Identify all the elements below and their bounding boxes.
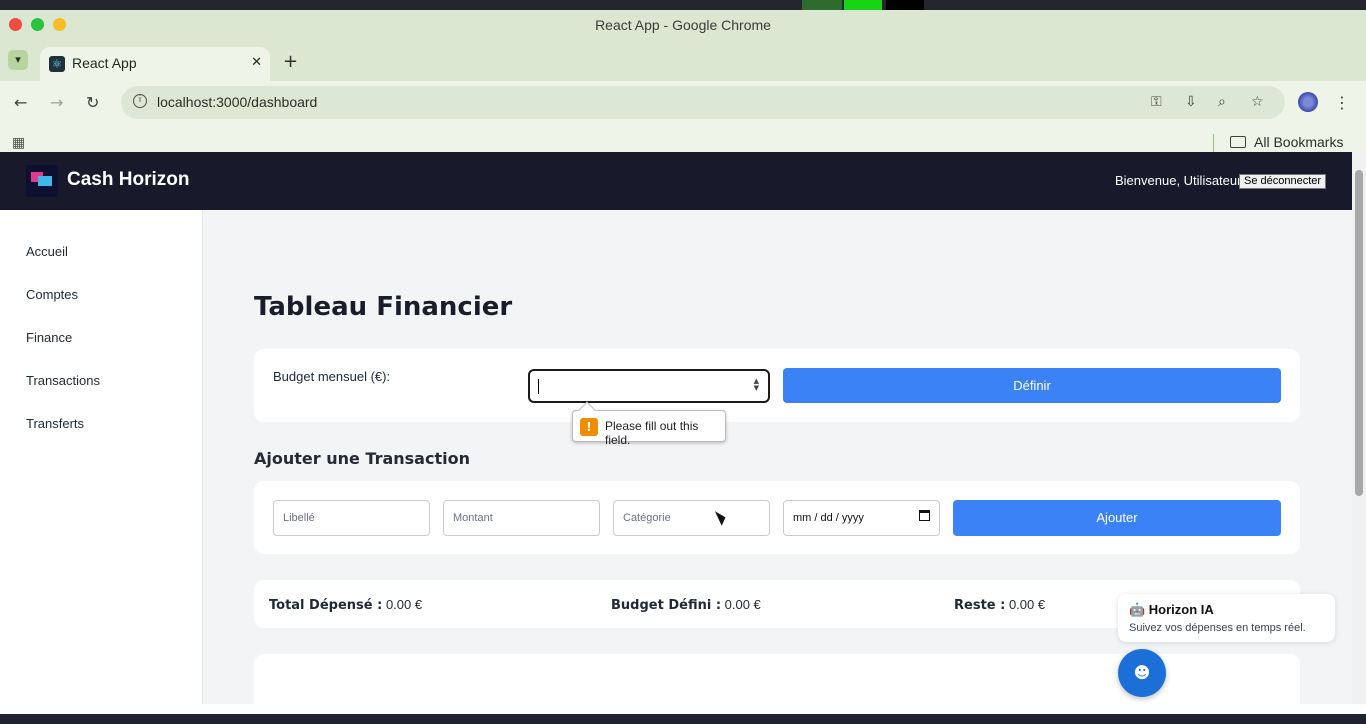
validation-message: Please fill out this field. [605, 419, 699, 447]
all-bookmarks-label: All Bookmarks [1254, 134, 1344, 150]
logout-button[interactable]: Se déconnecter [1239, 174, 1327, 189]
budget-defined: Budget Défini : 0.00 € [611, 597, 761, 613]
url-text: localhost:3000/dashboard [157, 94, 318, 110]
new-tab-button[interactable]: + [283, 51, 298, 72]
sidebar-item-comptes[interactable]: Comptes [26, 287, 78, 302]
assistant-bubble: 🤖 Horizon IA Suivez vos dépenses en temp… [1118, 594, 1335, 642]
tab-title: React App [72, 55, 137, 71]
robot-icon: ☻ [1133, 663, 1151, 682]
budget-label: Budget mensuel (€): [273, 369, 391, 384]
sidebar-item-transactions[interactable]: Transactions [26, 373, 100, 388]
libelle-placeholder: Libellé [283, 512, 315, 524]
calendar-icon[interactable] [919, 510, 930, 521]
react-favicon-icon: ⚛ [49, 56, 65, 72]
page-title: Tableau Financier [254, 292, 513, 322]
remaining: Reste : 0.00 € [954, 597, 1045, 613]
apps-grid-icon[interactable]: ▦ [12, 135, 25, 151]
define-budget-button[interactable]: Définir [783, 368, 1281, 403]
assistant-title: 🤖 Horizon IA [1129, 602, 1214, 617]
zoom-icon[interactable]: ⌕ [1218, 94, 1226, 110]
bookmarks-divider [1213, 134, 1214, 152]
total-spent-label: Total Dépensé : [269, 598, 383, 613]
date-placeholder: mm / dd / yyyy [793, 512, 864, 524]
budget-card: Budget mensuel (€): ▲ ▼ Définir [254, 349, 1300, 422]
welcome-text: Bienvenue, Utilisateur [1115, 173, 1242, 188]
os-top-bar [0, 0, 1366, 10]
libelle-input[interactable]: Libellé [273, 500, 430, 536]
forward-button[interactable]: → [50, 93, 63, 112]
all-bookmarks-button[interactable]: All Bookmarks [1230, 134, 1343, 150]
remaining-value: 0.00 € [1008, 597, 1046, 612]
kebab-menu-icon[interactable]: ⋮ [1334, 93, 1350, 112]
sidebar-item-transferts[interactable]: Transferts [26, 416, 84, 431]
cpu-meter [802, 0, 842, 10]
key-icon[interactable]: ⚿ [1151, 94, 1162, 110]
page-scrollbar[interactable] [1352, 152, 1366, 704]
text-caret [538, 379, 539, 394]
assistant-subtitle: Suivez vos dépenses en temps réel. [1129, 622, 1306, 634]
categorie-placeholder: Catégorie [623, 512, 671, 524]
warning-icon: ! [580, 418, 598, 436]
address-bar[interactable]: i localhost:3000/dashboard ⚿ ⇩ ⌕ ☆ [121, 86, 1285, 119]
sidebar-item-accueil[interactable]: Accueil [26, 244, 68, 259]
add-transaction-card: Libellé Montant Catégorie mm / dd / yyyy… [254, 481, 1300, 554]
info-icon[interactable]: i [133, 94, 147, 108]
tab-search-button[interactable]: ▾ [8, 50, 28, 70]
reload-button[interactable]: ↻ [86, 93, 99, 112]
total-spent: Total Dépensé : 0.00 € [269, 597, 422, 613]
page-viewport: Cash Horizon Bienvenue, Utilisateur Se d… [0, 152, 1352, 704]
montant-input[interactable]: Montant [443, 500, 600, 536]
profile-icon[interactable] [1298, 92, 1318, 112]
window-title: React App - Google Chrome [595, 17, 771, 33]
back-button[interactable]: ← [14, 93, 27, 112]
scrollbar-thumb[interactable] [1355, 170, 1363, 496]
sidebar: Accueil Comptes Finance Transactions Tra… [0, 210, 203, 704]
total-spent-value: 0.00 € [385, 597, 423, 612]
validation-tooltip: ! Please fill out this field. [572, 401, 726, 447]
date-input[interactable]: mm / dd / yyyy [783, 500, 940, 536]
chevron-down-icon: ▾ [15, 53, 21, 66]
brand-name: Cash Horizon [67, 169, 190, 190]
categorie-input[interactable]: Catégorie [613, 500, 770, 536]
assistant-robot-button[interactable]: ☻ [1118, 649, 1166, 697]
sidebar-item-finance[interactable]: Finance [26, 330, 72, 345]
memory-meter [844, 0, 882, 10]
montant-placeholder: Montant [453, 512, 493, 524]
tab-strip: ▾ ⚛ React App ✕ + [0, 41, 1366, 81]
number-spinner-icon[interactable]: ▲ ▼ [754, 378, 759, 392]
title-bar: React App - Google Chrome [0, 10, 1366, 41]
add-transaction-button[interactable]: Ajouter [953, 500, 1281, 536]
star-icon[interactable]: ☆ [1251, 94, 1264, 110]
browser-toolbar: ← → ↻ i localhost:3000/dashboard ⚿ ⇩ ⌕ ☆… [0, 81, 1366, 125]
app-logo [26, 165, 58, 197]
remaining-label: Reste : [954, 598, 1006, 613]
budget-defined-value: 0.00 € [724, 597, 761, 612]
budget-input[interactable]: ▲ ▼ [528, 369, 770, 403]
budget-defined-label: Budget Défini : [611, 598, 722, 613]
folder-icon [1230, 136, 1246, 148]
add-transaction-title: Ajouter une Transaction [254, 449, 470, 468]
tab-close-icon[interactable]: ✕ [251, 55, 262, 70]
network-meter [886, 0, 924, 10]
tab-react-app[interactable]: ⚛ React App ✕ [40, 47, 270, 81]
app-header: Cash Horizon Bienvenue, Utilisateur Se d… [0, 152, 1352, 210]
os-taskbar [0, 714, 1366, 724]
install-icon[interactable]: ⇩ [1185, 94, 1197, 110]
